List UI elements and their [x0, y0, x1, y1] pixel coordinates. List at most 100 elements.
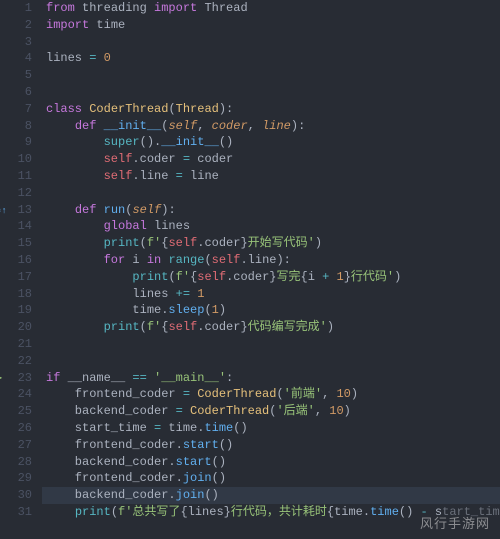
line-number-gutter: 12345678910111213◌↑14151617181920212223▶… [0, 0, 42, 539]
code-line[interactable]: global lines [46, 218, 500, 235]
code-line[interactable]: backend_coder = CoderThread('后端', 10) [46, 403, 500, 420]
code-line[interactable] [46, 34, 500, 51]
token-plain: line [183, 169, 219, 183]
code-line[interactable]: print(f'{self.coder}写完{i + 1}行代码') [46, 269, 500, 286]
line-number: 9 [0, 134, 32, 151]
token-punct: ) [219, 303, 226, 317]
code-line[interactable]: def run(self): [46, 202, 500, 219]
token-plain: line [248, 253, 277, 267]
line-number: 1 [0, 0, 32, 17]
token-plain: start_time [46, 421, 154, 435]
token-plain [46, 119, 75, 133]
token-plain: time. [161, 421, 204, 435]
token-plain [46, 236, 104, 250]
token-plain [96, 51, 103, 65]
token-builtin: range [168, 253, 204, 267]
token-punct: ( [140, 236, 147, 250]
token-plain [46, 320, 104, 334]
token-punct: . [240, 253, 247, 267]
token-fn: join [183, 471, 212, 485]
token-punct: ) [394, 270, 401, 284]
code-line[interactable]: from threading import Thread [46, 0, 500, 17]
code-line[interactable]: lines = 0 [46, 50, 500, 67]
line-number: 3 [0, 34, 32, 51]
code-line[interactable]: print(f'{self.coder}代码编写完成') [46, 319, 500, 336]
line-number: 25 [0, 403, 32, 420]
token-plain: frontend_coder [46, 387, 183, 401]
token-num: 1 [197, 287, 204, 301]
code-line[interactable]: frontend_coder.start() [46, 437, 500, 454]
code-line[interactable]: backend_coder.start() [46, 454, 500, 471]
code-line[interactable]: super().__init__() [46, 134, 500, 151]
token-punct: ( [140, 320, 147, 334]
line-number: 28 [0, 454, 32, 471]
token-num: 0 [104, 51, 111, 65]
code-line[interactable]: frontend_coder = CoderThread('前端', 10) [46, 386, 500, 403]
line-number: 23▶ [0, 370, 32, 387]
token-plain: time. [46, 303, 168, 317]
token-punct: ( [204, 253, 211, 267]
run-icon[interactable]: ▶ [0, 371, 2, 388]
code-line[interactable]: time.sleep(1) [46, 302, 500, 319]
token-punct: ( [276, 387, 283, 401]
token-punct: ( [168, 270, 175, 284]
code-line[interactable] [46, 353, 500, 370]
line-number: 11 [0, 168, 32, 185]
token-param: self [132, 203, 161, 217]
token-op: = [176, 404, 183, 418]
token-kw: import [154, 1, 197, 15]
line-number: 30 [0, 487, 32, 504]
line-number: 6 [0, 84, 32, 101]
token-fn: __init__ [161, 135, 219, 149]
code-line[interactable]: def __init__(self, coder, line): [46, 118, 500, 135]
token-cls: CoderThread [190, 404, 269, 418]
token-punct: () [204, 488, 218, 502]
token-plain [183, 404, 190, 418]
code-line[interactable]: backend_coder.join() [0, 487, 500, 504]
token-str: 代码编写完成' [248, 320, 327, 334]
token-kw: for [104, 253, 126, 267]
code-line[interactable]: for i in range(self.line): [46, 252, 500, 269]
token-kw: def [75, 203, 97, 217]
token-self: self [197, 270, 226, 284]
code-line[interactable]: class CoderThread(Thread): [46, 101, 500, 118]
line-number: 16 [0, 252, 32, 269]
code-line[interactable]: start_time = time.time() [46, 420, 500, 437]
code-content[interactable]: from threading import Threadimport time … [42, 0, 500, 539]
code-line[interactable]: if __name__ == '__main__': [46, 370, 500, 387]
token-builtin: print [132, 270, 168, 284]
token-plain: coder [190, 152, 233, 166]
code-line[interactable]: frontend_coder.join() [46, 470, 500, 487]
code-line[interactable]: import time [46, 17, 500, 34]
code-editor[interactable]: 12345678910111213◌↑14151617181920212223▶… [0, 0, 500, 539]
token-op: == [132, 371, 146, 385]
token-punct: . [132, 152, 139, 166]
code-line[interactable]: print(f'{self.coder}开始写代码') [46, 235, 500, 252]
token-str: '后端' [276, 404, 314, 418]
token-punct: ( [168, 102, 175, 116]
code-line[interactable] [46, 67, 500, 84]
code-line[interactable]: self.coder = coder [46, 151, 500, 168]
token-str: '__main__' [154, 371, 226, 385]
token-plain: coder [204, 236, 240, 250]
token-punct: { [301, 270, 308, 284]
token-punct: , [315, 404, 329, 418]
token-punct: , [322, 387, 336, 401]
line-number: 8 [0, 118, 32, 135]
token-punct: } [240, 236, 247, 250]
line-number: 12 [0, 185, 32, 202]
token-plain: i [125, 253, 147, 267]
code-line[interactable] [46, 84, 500, 101]
token-str: f' [147, 320, 161, 334]
token-str: 行代码' [351, 270, 394, 284]
code-line[interactable] [46, 185, 500, 202]
token-plain [96, 203, 103, 217]
token-cls: Thread [176, 102, 219, 116]
code-line[interactable] [46, 336, 500, 353]
code-line[interactable]: lines += 1 [46, 286, 500, 303]
code-line[interactable]: self.line = line [46, 168, 500, 185]
token-punct: ( [204, 303, 211, 317]
token-plain [46, 152, 104, 166]
token-builtin: print [75, 505, 111, 519]
token-plain: threading [75, 1, 154, 15]
